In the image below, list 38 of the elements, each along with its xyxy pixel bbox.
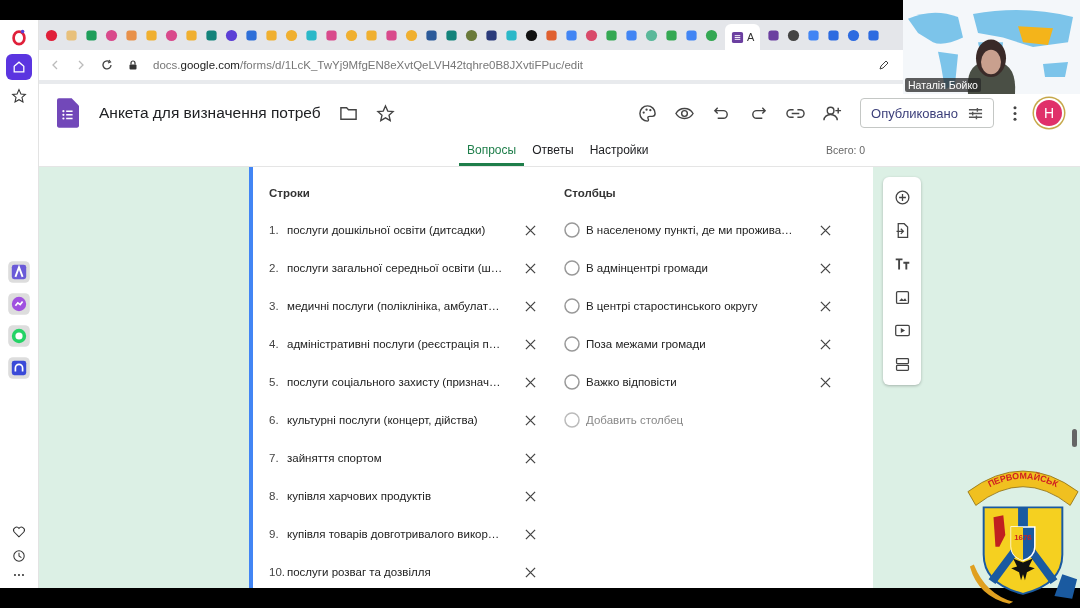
form-tab[interactable]: Ответы [524,143,582,166]
row-number: 2. [269,262,280,274]
year-text: 1676 [1014,532,1032,542]
row-number: 6. [269,414,280,426]
row-option-field[interactable]: адміністративні послуги (реєстрація п… [287,338,509,350]
column-option-field[interactable]: Важко відповісти [586,376,804,388]
rows-heading: Строки [269,187,311,201]
row-option-field[interactable]: медичні послуги (поліклініка, амбулат… [287,300,509,312]
row-option-field[interactable]: культурні послуги (концерт, дійства) [287,414,509,426]
add-column-field[interactable]: Добавить столбец [586,414,786,426]
row-option-field[interactable]: послуги дошкільної освіти (дитсадки) [287,224,509,236]
browser-tab[interactable]: A [725,24,761,50]
row-number: 7. [269,452,280,464]
row-option-field[interactable]: зайняття спортом [287,452,509,464]
form-title[interactable]: Анкета для визначення потреб [99,104,321,122]
row-option-field[interactable]: послуги загальної середньої освіти (ш… [287,262,509,274]
city-banner-text: ПЕРВОМАЙСЬК [986,470,1060,490]
row-option-field[interactable]: купівля товарів довготривалого викор… [287,528,509,540]
row-number: 5. [269,376,280,388]
published-button[interactable]: Опубликовано [860,98,994,128]
column-option-field[interactable]: Поза межами громади [586,338,804,350]
row-number: 9. [269,528,280,540]
total-points: Всего: 0 [826,144,866,156]
url-field[interactable]: docs.google.com/forms/d/1LcK_TwYj9MfgEN8eXvtQeLVH42tqhre0B8JXvtiFPuc/edit [153,59,583,71]
row-option-field[interactable]: послуги соціального захисту (признач… [287,376,509,388]
row-number: 8. [269,490,280,502]
row-number: 3. [269,300,280,312]
row-option-field[interactable]: купівля харчових продуктів [287,490,509,502]
form-tab[interactable]: Настройки [581,143,657,166]
account-avatar[interactable]: H [1036,100,1062,126]
row-option-field[interactable]: послуги розваг та дозвілля [287,566,509,578]
participant-name: Наталія Бойко [905,78,981,92]
column-option-field[interactable]: В адмінцентрі громади [586,262,804,274]
row-number: 4. [269,338,280,350]
row-number: 1. [269,224,280,236]
column-option-field[interactable]: В центрі старостинського округу [586,300,804,312]
columns-heading: Столбцы [564,187,617,201]
column-option-field[interactable]: В населеному пункті, де ми прожива… [586,224,804,236]
